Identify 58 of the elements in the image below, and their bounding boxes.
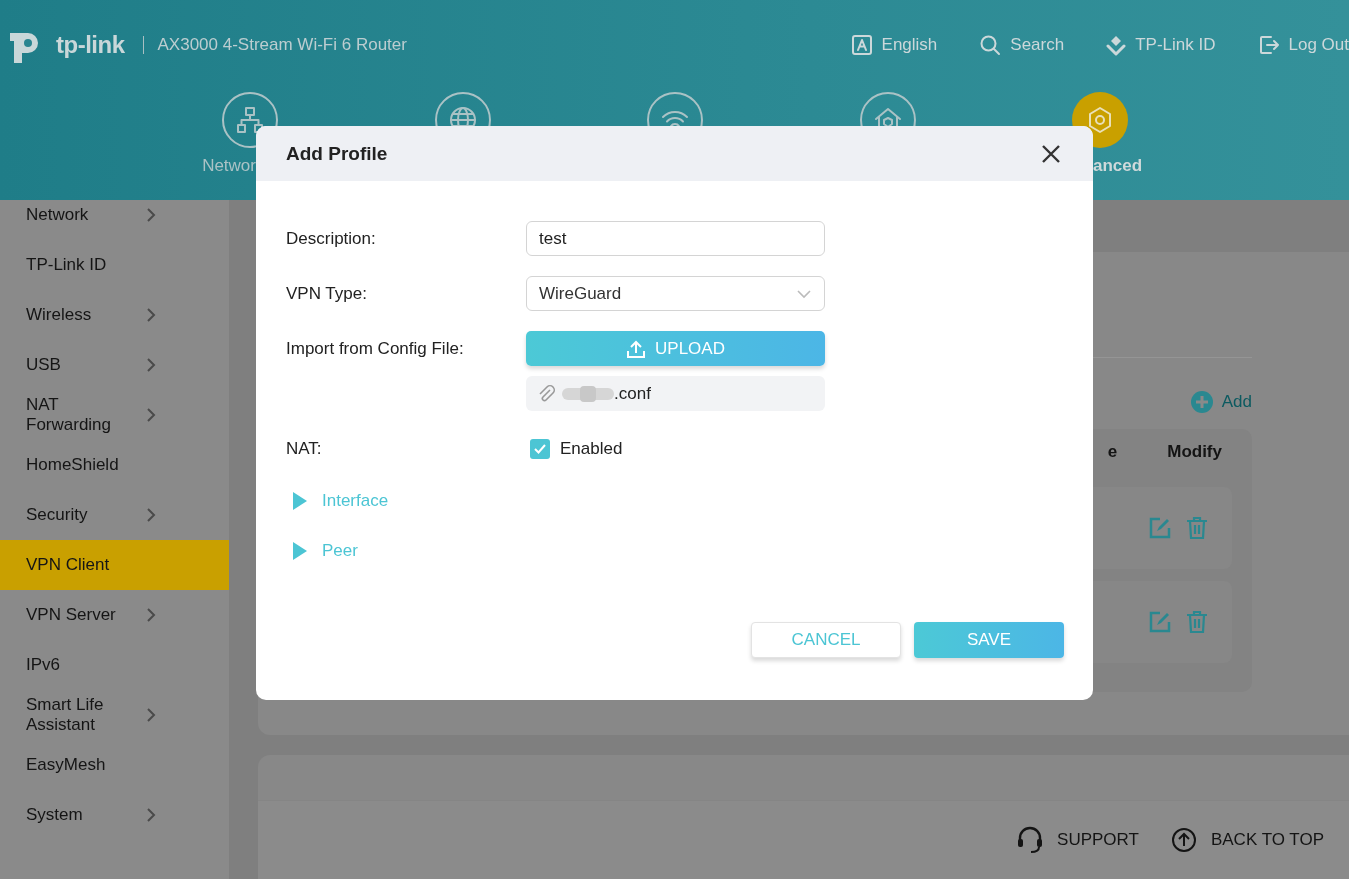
chevron-right-icon: [146, 507, 156, 523]
blurred-redaction: [562, 383, 614, 404]
sidebar-item[interactable]: HomeShield: [0, 440, 229, 490]
support-link[interactable]: SUPPORT: [1017, 826, 1139, 854]
trash-icon[interactable]: [1186, 610, 1208, 634]
sidebar-item[interactable]: Security: [0, 490, 229, 540]
upload-icon: [626, 338, 647, 359]
sidebar-item[interactable]: Network: [0, 200, 229, 240]
trash-icon[interactable]: [1186, 516, 1208, 540]
language-icon: [850, 34, 873, 56]
close-button[interactable]: [1041, 143, 1061, 164]
field-label: VPN Type:: [286, 283, 368, 304]
sidebar-item[interactable]: NAT Forwarding: [0, 390, 229, 440]
triangle-right-icon: [292, 541, 308, 561]
chevron-right-icon: [146, 707, 156, 723]
chevron-down-icon: [796, 288, 812, 299]
arrow-up-circle-icon: [1170, 827, 1197, 853]
checkmark-icon: [534, 443, 546, 454]
dialog-title: Add Profile: [286, 142, 388, 165]
vpn-type-dropdown[interactable]: WireGuard: [526, 276, 825, 311]
account-icon: [1106, 34, 1127, 56]
back-to-top-link[interactable]: BACK TO TOP: [1170, 827, 1324, 853]
chevron-right-icon: [146, 307, 156, 323]
field-label: Import from Config File:: [286, 338, 465, 359]
search-link[interactable]: Search: [979, 34, 1065, 56]
sidebar-item[interactable]: System: [0, 790, 229, 840]
sidebar-item[interactable]: USB: [0, 340, 229, 390]
logout-icon: [1257, 34, 1280, 56]
chevron-right-icon: [146, 407, 156, 423]
edit-icon[interactable]: [1148, 610, 1172, 634]
sidebar-item[interactable]: Smart Life Assistant: [0, 690, 229, 740]
search-icon: [979, 34, 1002, 56]
edit-icon[interactable]: [1148, 516, 1172, 540]
description-field[interactable]: test: [526, 221, 825, 256]
sidebar-item[interactable]: TP-Link ID: [0, 240, 229, 290]
router-model: AX3000 4-Stream Wi-Fi 6 Router: [157, 35, 407, 55]
sidebar-item[interactable]: VPN Client: [0, 540, 229, 590]
triangle-right-icon: [292, 491, 308, 511]
sidebar-item[interactable]: EasyMesh: [0, 740, 229, 790]
chevron-right-icon: [146, 807, 156, 823]
chevron-right-icon: [146, 357, 156, 373]
chevron-right-icon: [146, 607, 156, 623]
plus-circle-icon: [1190, 391, 1213, 413]
sidebar-item[interactable]: IPv6: [0, 640, 229, 690]
file-name: .conf: [614, 383, 651, 404]
sidebar-item[interactable]: VPN Server: [0, 590, 229, 640]
headset-icon: [1017, 826, 1044, 854]
column-header: Modify: [1167, 442, 1222, 462]
nat-checkbox[interactable]: [530, 438, 550, 459]
sidebar-item[interactable]: Wireless: [0, 290, 229, 340]
language-link[interactable]: English: [850, 34, 938, 56]
field-label: Description:: [286, 228, 377, 249]
checkbox-label: Enabled: [560, 438, 623, 459]
column-header: e: [1107, 442, 1118, 462]
field-label: NAT:: [286, 438, 323, 459]
chevron-right-icon: [146, 207, 156, 223]
logo-text: tp-link: [56, 31, 125, 59]
network-icon: [235, 105, 265, 135]
